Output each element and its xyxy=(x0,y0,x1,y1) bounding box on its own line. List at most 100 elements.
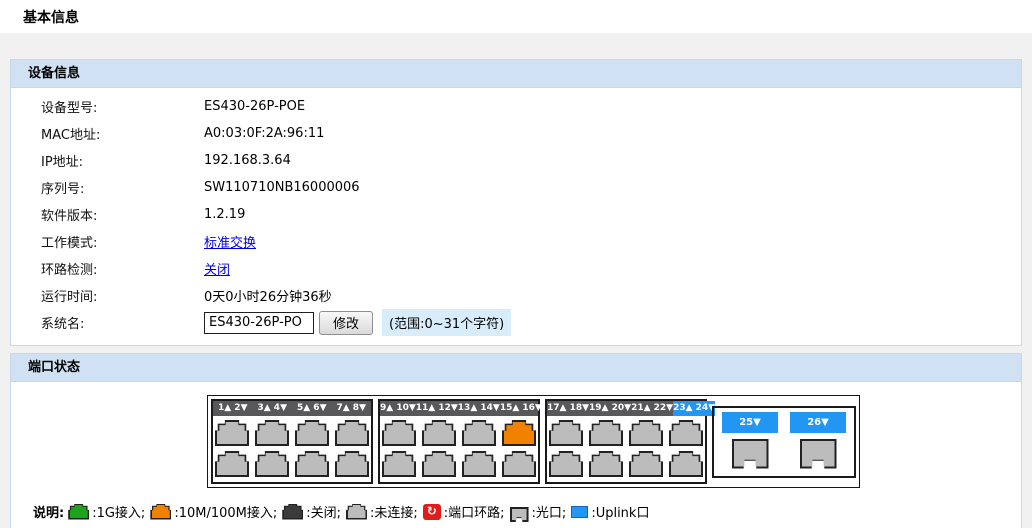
legend-text: :Uplink口 xyxy=(591,502,649,521)
port-9 xyxy=(382,420,416,446)
legend-text: :端口环路; xyxy=(444,502,505,521)
legend-text: :未连接; xyxy=(370,502,418,521)
port-shape-fill xyxy=(551,422,581,444)
legend-text: :关闭; xyxy=(306,502,341,521)
legend-item: :10M/100M接入; xyxy=(150,502,277,521)
info-row-firmware: 软件版本:1.2.19 xyxy=(11,201,1021,228)
port-shape-fill xyxy=(464,422,494,444)
port-shape-fill xyxy=(504,453,534,475)
port-2 xyxy=(215,451,249,477)
port-shape-fill xyxy=(337,422,367,444)
port-group-1: 1▲ 2▼3▲ 4▼5▲ 6▼7▲ 8▼ xyxy=(211,399,373,484)
port-26 xyxy=(800,439,837,469)
port-header-26: 26▼ xyxy=(790,412,846,433)
loop-red-icon: ↻ xyxy=(423,504,441,520)
port-shape-fill xyxy=(671,453,701,475)
port-pair-label: 15▲ 16▼ xyxy=(500,401,542,416)
legend-item: :关闭; xyxy=(282,502,341,521)
firmware-value: 1.2.19 xyxy=(204,207,245,222)
port-shape-fill xyxy=(551,453,581,475)
legend-item: :1G接入; xyxy=(68,502,145,521)
port-pair-label: 1▲ 2▼ xyxy=(213,401,253,416)
port-pair-label: 11▲ 12▼ xyxy=(416,401,458,416)
port-6 xyxy=(295,451,329,477)
ip-label: IP地址: xyxy=(41,151,204,170)
port-pair-label: 19▲ 20▼ xyxy=(589,401,631,416)
port-grid xyxy=(380,416,538,482)
port-shape-fill xyxy=(512,509,527,520)
port-pair-label: 7▲ 8▼ xyxy=(332,401,372,416)
page-title: 基本信息 xyxy=(23,7,79,27)
sfp-port-column: 25▼ xyxy=(722,412,778,469)
switch-ports: 1▲ 2▼3▲ 4▼5▲ 6▼7▲ 8▼ 9▲ 10▼11▲ 12▼13▲ 14▼… xyxy=(207,395,860,488)
port-25 xyxy=(732,439,769,469)
port-14 xyxy=(462,451,496,477)
port-shape-fill xyxy=(257,453,287,475)
port-8 xyxy=(335,451,369,477)
port-15 xyxy=(502,420,536,446)
uptime-value: 0天0小时26分钟36秒 xyxy=(204,286,332,305)
port-shape-fill xyxy=(284,505,302,518)
loop-detect-link[interactable]: 关闭 xyxy=(204,259,230,278)
info-row-serial: 序列号:SW110710NB16000006 xyxy=(11,174,1021,201)
port-17 xyxy=(549,420,583,446)
port-shape-fill xyxy=(384,422,414,444)
serial-label: 序列号: xyxy=(41,178,204,197)
port-gray-icon xyxy=(346,504,367,520)
port-group-2: 9▲ 10▼11▲ 12▼13▲ 14▼15▲ 16▼ xyxy=(378,399,540,484)
legend-text: :光口; xyxy=(532,502,567,521)
ip-value: 192.168.3.64 xyxy=(204,153,291,168)
info-row-work-mode: 工作模式:标准交换 xyxy=(11,228,1021,255)
port-24 xyxy=(669,451,703,477)
port-group-header: 17▲ 18▼19▲ 20▼21▲ 22▼23▲ 24▼ xyxy=(547,401,705,416)
port-shape-fill xyxy=(424,422,454,444)
modify-button[interactable]: 修改 xyxy=(319,311,373,335)
port-23 xyxy=(669,420,703,446)
legend-item: :光口; xyxy=(510,501,567,522)
port-pair-label: 17▲ 18▼ xyxy=(547,401,589,416)
port-legend-items: :1G接入; :10M/100M接入; :关闭; :未连接; ↻:端口环路; :光口; :U… xyxy=(68,501,654,522)
info-row-ip: IP地址:192.168.3.64 xyxy=(11,147,1021,174)
work-mode-link[interactable]: 标准交换 xyxy=(204,232,256,251)
port-shape-fill xyxy=(297,453,327,475)
port-orange-icon xyxy=(150,504,171,520)
port-legend: 说明: :1G接入;:10M/100M接入;:关闭;:未连接;↻:端口环路;:光… xyxy=(33,501,1021,522)
port-pair-label: 21▲ 22▼ xyxy=(631,401,673,416)
port-12 xyxy=(422,451,456,477)
port-shape-fill xyxy=(591,453,621,475)
work-mode-label: 工作模式: xyxy=(41,232,204,251)
port-shape-fill xyxy=(591,422,621,444)
port-11 xyxy=(422,420,456,446)
port-shape-fill xyxy=(152,505,170,518)
port-shape-fill xyxy=(217,422,247,444)
port-shape-fill xyxy=(384,453,414,475)
port-4 xyxy=(255,451,289,477)
info-row-loop-detect: 环路检测:关闭 xyxy=(11,255,1021,282)
info-row-system-name: 系统名:修改(范围:0~31个字符) xyxy=(11,309,1021,336)
legend-item: :未连接; xyxy=(346,502,418,521)
port-status-header: 端口状态 xyxy=(11,354,1021,382)
port-shape-fill xyxy=(631,422,661,444)
port-shape-fill xyxy=(734,441,767,467)
port-status-panel: 端口状态 1▲ 2▼3▲ 4▼5▲ 6▼7▲ 8▼ 9▲ 10▼11▲ 12▼13… xyxy=(10,353,1022,528)
mac-value: A0:03:0F:2A:96:11 xyxy=(204,126,324,141)
port-18 xyxy=(549,451,583,477)
port-shape-fill xyxy=(348,505,366,518)
serial-value: SW110710NB16000006 xyxy=(204,180,360,195)
top-strip: 基本信息 xyxy=(0,0,1032,33)
port-shape-fill xyxy=(631,453,661,475)
port-shape-fill xyxy=(297,422,327,444)
info-row-mac: MAC地址:A0:03:0F:2A:96:11 xyxy=(11,120,1021,147)
port-shape-fill xyxy=(802,441,835,467)
uplink-icon xyxy=(571,506,588,518)
port-shape-fill xyxy=(257,422,287,444)
port-group-header: 9▲ 10▼11▲ 12▼13▲ 14▼15▲ 16▼ xyxy=(380,401,538,416)
system-name-input[interactable] xyxy=(204,312,314,334)
port-pair-label: 5▲ 6▼ xyxy=(292,401,332,416)
port-black-icon xyxy=(282,504,303,520)
info-row-model: 设备型号:ES430-26P-POE xyxy=(11,93,1021,120)
device-info-header: 设备信息 xyxy=(11,60,1021,88)
port-header-25: 25▼ xyxy=(722,412,778,433)
port-shape-fill xyxy=(337,453,367,475)
port-shape-fill xyxy=(424,453,454,475)
